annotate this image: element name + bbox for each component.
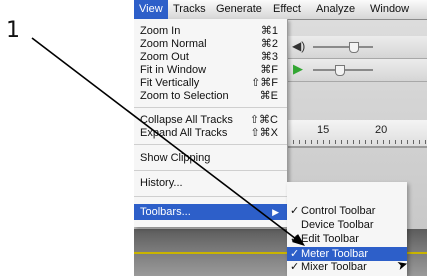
callout-arrow [31, 37, 305, 246]
